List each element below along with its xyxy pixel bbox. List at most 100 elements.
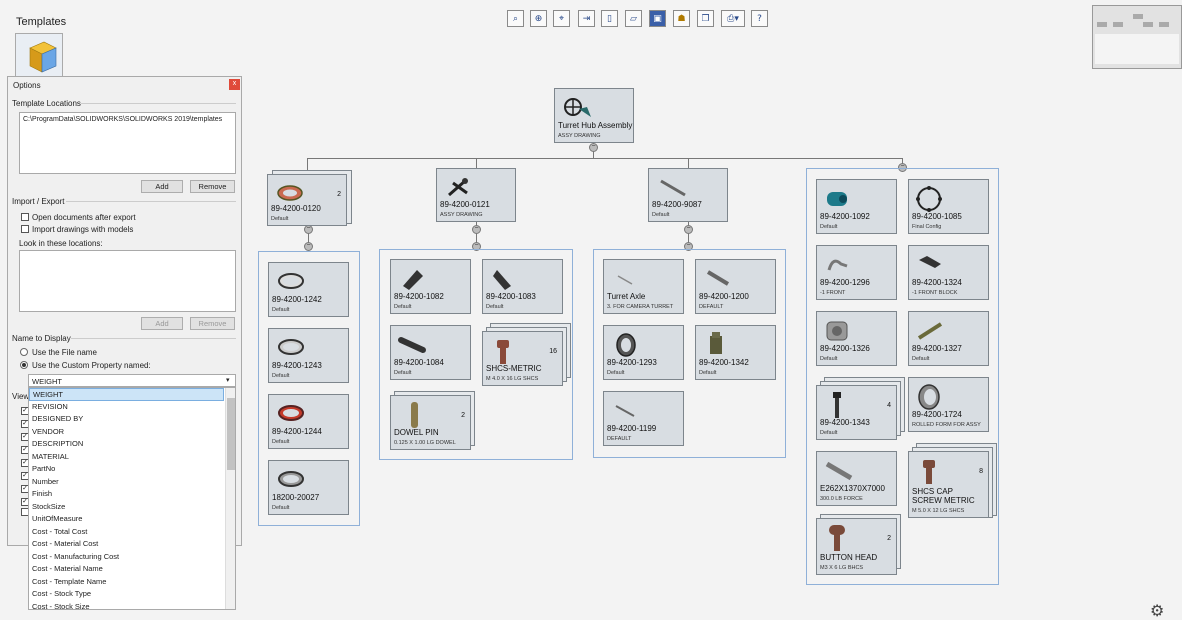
use-custom-property-radio[interactable]: [20, 361, 28, 369]
dropdown-option[interactable]: VENDOR: [29, 426, 224, 439]
dropdown-option[interactable]: DESIGNED BY: [29, 413, 224, 426]
tree-node[interactable]: 2 BUTTON HEAD M3 X 6 LG BHCS: [816, 518, 897, 575]
help-icon[interactable]: ?: [751, 10, 768, 27]
tree-node[interactable]: 2 DOWEL PIN 0.125 X 1.00 LG DOWEL: [390, 395, 471, 450]
collapse-toggle[interactable]: −: [472, 225, 481, 234]
dropdown-option[interactable]: Cost - Manufacturing Cost: [29, 551, 224, 564]
collapse-toggle[interactable]: −: [684, 225, 693, 234]
wheel-part-icon: [916, 186, 942, 212]
template-locations-label: Template Locations: [12, 99, 81, 108]
dropdown-option[interactable]: Cost - Stock Type: [29, 588, 224, 601]
open-after-export-checkbox[interactable]: [21, 213, 29, 221]
collapse-toggle[interactable]: −: [589, 143, 598, 152]
tree-node[interactable]: 89-4200-1085 Final Config: [908, 179, 989, 234]
add-look-in-button[interactable]: Add: [141, 317, 183, 330]
dropdown-option[interactable]: Number: [29, 476, 224, 489]
handle-part-icon: [398, 337, 426, 353]
tree-node[interactable]: 89-4200-1083 Default: [482, 259, 563, 314]
dropdown-option[interactable]: StockSize: [29, 501, 224, 514]
tree-node[interactable]: 2 89-4200-0120 Default: [267, 174, 347, 226]
custom-property-dropdown[interactable]: WEIGHT REVISION DESIGNED BY VENDOR DESCRIPTI…: [28, 387, 236, 610]
custom-property-select[interactable]: WEIGHT ▾: [28, 374, 236, 387]
tree-node[interactable]: 89-4200-9087 Default: [648, 168, 728, 222]
tree-node[interactable]: 89-4200-1199 DEFAULT: [603, 391, 684, 446]
hierarchy-icon[interactable]: ☗: [673, 10, 690, 27]
coupler-part-icon: [827, 192, 847, 206]
name-to-display-label: Name to Display: [12, 334, 71, 343]
dropdown-option[interactable]: Cost - Material Cost: [29, 538, 224, 551]
open-icon[interactable]: ▱: [625, 10, 642, 27]
dropdown-option[interactable]: DESCRIPTION: [29, 438, 224, 451]
tree-node[interactable]: Turret Axle 3. FOR CAMERA TURRET: [603, 259, 684, 314]
dropdown-option[interactable]: Cost - Template Name: [29, 576, 224, 589]
dropdown-option[interactable]: Cost - Stock Size: [29, 601, 224, 610]
tree-node[interactable]: 18200-20027 Default: [268, 460, 349, 515]
tree-node[interactable]: 89-4200-1296 -1 FRONT: [816, 245, 897, 300]
tree-node[interactable]: 16 SHCS-METRIC M 4.0 X 16 LG SHCS: [482, 331, 563, 386]
tree-node[interactable]: 89-4200-1244 Default: [268, 394, 349, 449]
import-export-label: Import / Export: [12, 197, 65, 206]
zoom-to-fit-icon[interactable]: ⌕: [507, 10, 524, 27]
block-part-icon: [710, 332, 722, 354]
tree-node[interactable]: 89-4200-1092 Default: [816, 179, 897, 234]
new-document-icon[interactable]: ▯: [601, 10, 618, 27]
tree-node-root[interactable]: Turret Hub Assembly ASSY DRAWING: [554, 88, 634, 143]
tree-node[interactable]: 89-4200-1200 DEFAULT: [695, 259, 776, 314]
tree-node[interactable]: 89-4200-1084 Default: [390, 325, 471, 380]
copy-icon[interactable]: ❐: [697, 10, 714, 27]
template-locations-list[interactable]: C:\ProgramData\SOLIDWORKS\SOLIDWORKS 201…: [19, 112, 236, 174]
dropdown-option[interactable]: Finish: [29, 488, 224, 501]
ring-part-icon: [918, 384, 940, 410]
tree-node[interactable]: 89-4200-1242 Default: [268, 262, 349, 317]
use-file-name-label: Use the File name: [32, 348, 97, 357]
tree-node[interactable]: 89-4200-1082 Default: [390, 259, 471, 314]
template-thumbnail[interactable]: [15, 33, 63, 79]
tree-node[interactable]: 89-4200-1724 ROLLED FORM FOR ASSY: [908, 377, 989, 432]
tree-node[interactable]: 89-4200-1324 -1 FRONT BLOCK: [908, 245, 989, 300]
collapse-toggle[interactable]: −: [304, 225, 313, 234]
tree-node[interactable]: 89-4200-1342 Default: [695, 325, 776, 380]
tree-node[interactable]: 8 SHCS CAP SCREW METRIC M 5.0 X 12 LG SH…: [908, 451, 989, 518]
tree-node[interactable]: 89-4200-0121 ASSY DRAWING: [436, 168, 516, 222]
dropdown-option[interactable]: Cost - Material Name: [29, 563, 224, 576]
collapse-toggle[interactable]: −: [304, 242, 313, 251]
dropdown-option[interactable]: PartNo: [29, 463, 224, 476]
dialog-title: Options: [13, 81, 41, 90]
close-button[interactable]: x: [229, 79, 240, 90]
use-file-name-radio[interactable]: [20, 348, 28, 356]
dropdown-option[interactable]: Cost - Total Cost: [29, 526, 224, 539]
ring-part-icon: [616, 333, 636, 357]
dropdown-option[interactable]: MATERIAL: [29, 451, 224, 464]
tree-node[interactable]: 89-4200-1293 Default: [603, 325, 684, 380]
cube-icon: [29, 41, 57, 73]
zoom-in-icon[interactable]: ⊕: [530, 10, 547, 27]
bracket-part-icon: [493, 270, 511, 290]
bearing-part-icon: [278, 471, 304, 487]
look-in-list[interactable]: [19, 250, 236, 312]
custom-property-value: WEIGHT: [32, 377, 62, 386]
templates-panel: Templates: [0, 0, 70, 80]
print-icon[interactable]: ⎙▾: [721, 10, 745, 27]
save-icon[interactable]: ▣: [649, 10, 666, 27]
block-part-icon: [919, 256, 941, 268]
spring-part-icon: [825, 461, 853, 481]
overview-minimap[interactable]: [1092, 5, 1182, 69]
import-drawings-checkbox[interactable]: [21, 225, 29, 233]
settings-gear-icon[interactable]: ⚙: [1150, 601, 1164, 620]
tree-node[interactable]: 89-4200-1243 Default: [268, 328, 349, 383]
subassembly-icon: [448, 178, 468, 197]
remove-location-button[interactable]: Remove: [190, 180, 235, 193]
dropdown-option[interactable]: REVISION: [29, 401, 224, 414]
tree-node[interactable]: 89-4200-1327 Default: [908, 311, 989, 366]
export-icon[interactable]: ⇥: [578, 10, 595, 27]
tree-node[interactable]: E262X1370X7000 300.0 LB FORCE: [816, 451, 897, 506]
template-path-item[interactable]: C:\ProgramData\SOLIDWORKS\SOLIDWORKS 201…: [23, 116, 222, 123]
dropdown-option[interactable]: UnitOfMeasure: [29, 513, 224, 526]
tree-node[interactable]: 89-4200-1326 Default: [816, 311, 897, 366]
zoom-area-icon[interactable]: ⌖: [553, 10, 570, 27]
tree-node[interactable]: 4 89-4200-1343 Default: [816, 385, 897, 440]
dropdown-option[interactable]: WEIGHT: [29, 388, 224, 401]
add-location-button[interactable]: Add: [141, 180, 183, 193]
remove-look-in-button[interactable]: Remove: [190, 317, 235, 330]
dropdown-scrollbar[interactable]: [225, 388, 235, 609]
